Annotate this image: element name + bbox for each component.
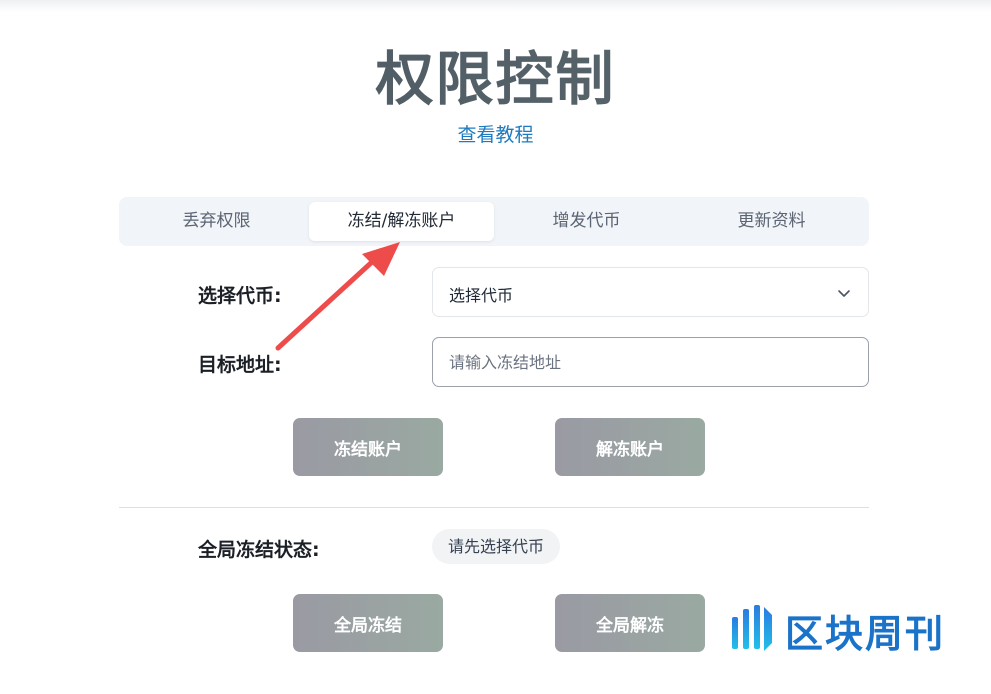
global-freeze-status-label: 全局冻结状态: — [198, 539, 320, 561]
top-bar — [0, 0, 991, 12]
global-freeze-button[interactable]: 全局冻结 — [293, 594, 443, 652]
global-unfreeze-button[interactable]: 全局解冻 — [555, 594, 705, 652]
tab-discard-authority[interactable]: 丢弃权限 — [124, 202, 309, 241]
status-badge: 请先选择代币 — [432, 529, 561, 564]
tutorial-link[interactable]: 查看教程 — [0, 120, 991, 147]
watermark-text: 区块周刊 — [785, 612, 946, 656]
freeze-account-button[interactable]: 冻结账户 — [293, 418, 443, 476]
address-label: 目标地址: — [198, 354, 282, 376]
tab-bar: 丢弃权限 冻结/解冻账户 增发代币 更新资料 — [119, 197, 869, 246]
watermark-logo-icon — [732, 605, 772, 651]
section-divider — [119, 507, 869, 508]
address-input[interactable] — [432, 337, 869, 387]
token-label: 选择代币: — [198, 285, 282, 307]
chevron-down-icon — [838, 290, 850, 297]
tab-mint-token[interactable]: 增发代币 — [494, 202, 679, 241]
tab-freeze-unfreeze[interactable]: 冻结/解冻账户 — [309, 202, 494, 241]
tab-update-metadata[interactable]: 更新资料 — [679, 202, 864, 241]
page-title: 权限控制 — [0, 32, 991, 116]
token-select[interactable]: 选择代币 — [432, 267, 869, 317]
unfreeze-account-button[interactable]: 解冻账户 — [555, 418, 705, 476]
token-select-value: 选择代币 — [449, 286, 514, 305]
